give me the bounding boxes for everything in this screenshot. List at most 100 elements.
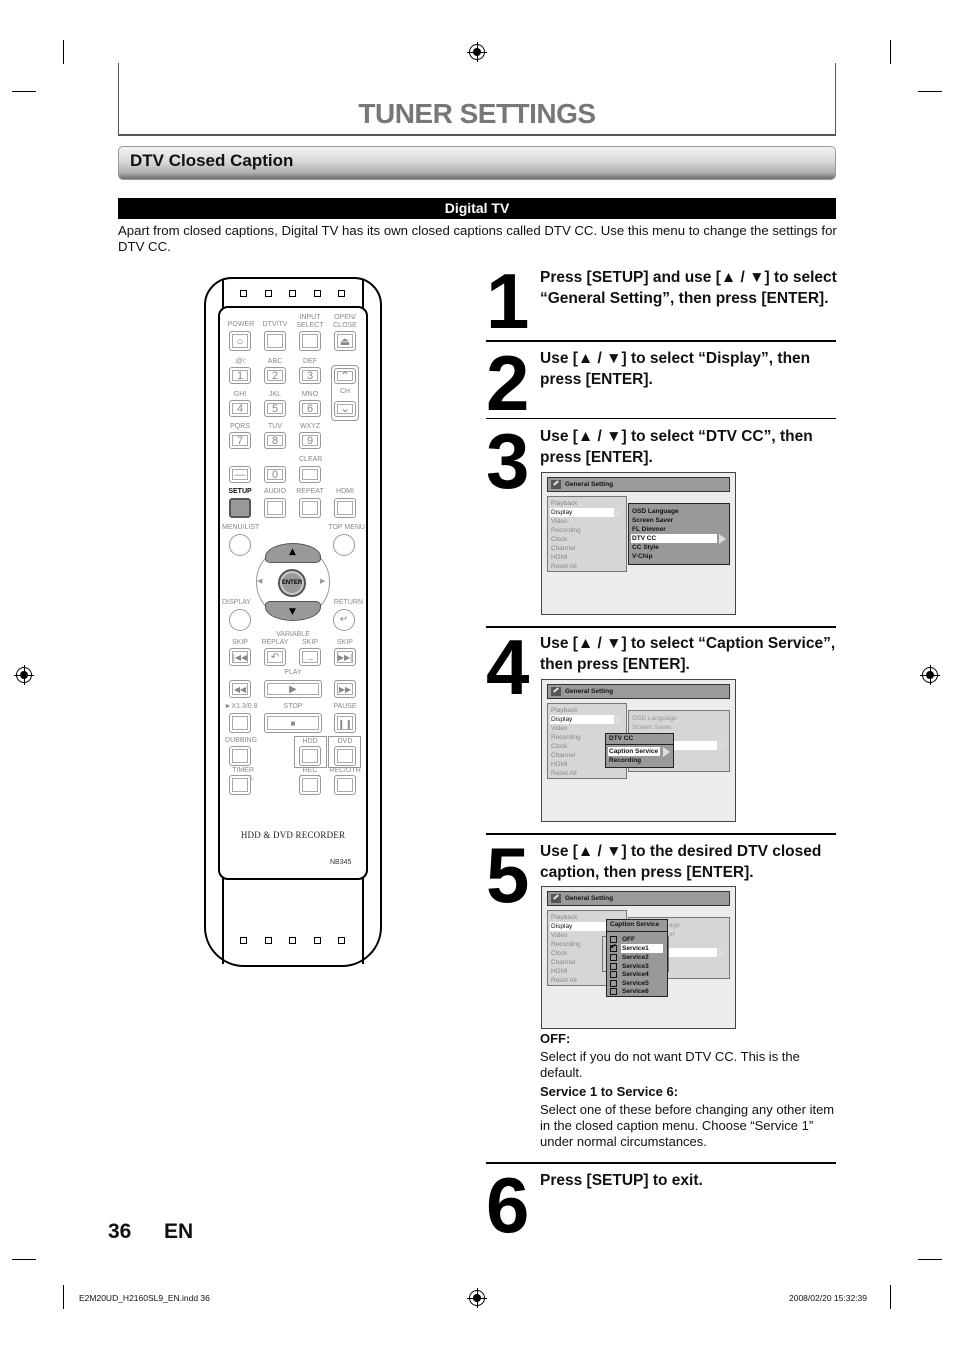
osd-option: OFF	[622, 936, 635, 943]
speed-label: ►X1.3/0.8	[224, 703, 258, 710]
osd-popup-item-selected: Caption Service	[608, 747, 660, 756]
step-text: Use [▲ / ▼] to the desired DTV closed ca…	[540, 843, 822, 881]
osd-arrow-icon	[719, 948, 726, 958]
osd-arrow-icon	[719, 741, 726, 751]
rewind-icon: ◀◀	[229, 680, 251, 698]
key2-letters: ABC	[267, 358, 283, 365]
osd-menu-item: Playback	[551, 914, 578, 921]
key4-letters: GHI	[233, 391, 247, 398]
open-close-button: ⏏	[334, 331, 356, 351]
osd-option: Service6	[622, 988, 649, 995]
checkbox	[610, 988, 617, 995]
page-language: EN	[164, 1220, 194, 1243]
model-label: NB345	[330, 859, 352, 866]
digit-button: 4	[229, 400, 251, 417]
display-button	[229, 609, 251, 631]
osd-option-selected: Service1	[621, 944, 663, 953]
step-text: Press [SETUP] and use [▲ / ▼] to select …	[540, 269, 837, 307]
hdd-label: HDD	[302, 738, 318, 745]
section-title: DTV Closed Caption	[130, 151, 294, 170]
file-slug: E2M20UD_H2160SL9_EN.indd 36	[79, 1293, 210, 1303]
digit-button: 7	[229, 432, 251, 449]
dubbing-label: DUBBING	[225, 737, 257, 744]
osd-menu-item: Reset All	[551, 977, 577, 984]
osd-submenu-item: FL Dimmer	[632, 526, 666, 533]
nav-up-button: ▲	[265, 543, 321, 563]
repeat-label: REPEAT	[296, 488, 324, 495]
osd-menu-item: Clock	[551, 743, 568, 750]
key7-letters: PQRS	[230, 423, 250, 430]
step-number: 6	[486, 1161, 529, 1249]
display-label: DISPLAY	[222, 599, 252, 606]
rec-otr-label: REC/OTR	[329, 767, 361, 774]
digit-button: 8	[264, 432, 286, 449]
open-close-label: OPEN/ CLOSE	[333, 314, 357, 329]
up-arrow-icon: ▲	[289, 547, 296, 557]
crop-mark	[918, 1259, 942, 1260]
remote-led	[240, 290, 247, 297]
osd-partial-text: er	[669, 931, 675, 938]
step-text: Use [▲ / ▼] to select “DTV CC”, then pre…	[540, 428, 813, 466]
step-text: Use [▲ / ▼] to select “Caption Service”,…	[540, 635, 836, 673]
osd-submenu-item: CC Style	[632, 544, 659, 551]
play-label: PLAY	[284, 669, 302, 676]
remote-led	[289, 290, 296, 297]
osd-option: Service2	[622, 954, 649, 961]
option-heading: Service 1 to Service 6:	[540, 1084, 679, 1099]
step-divider	[486, 626, 836, 628]
dvd-button	[334, 746, 356, 766]
replay-icon: ↶	[264, 648, 286, 666]
step-number: 3	[486, 417, 529, 505]
return-label: RETURN	[333, 599, 363, 606]
key3-letters: DEF	[303, 358, 317, 365]
down-arrow-icon: ▼	[289, 607, 296, 617]
left-arrow-icon: ◀	[257, 577, 263, 585]
osd-menu-item: Reset All	[551, 770, 577, 777]
skip-fwd-icon: ▶▶|	[334, 648, 356, 666]
step-divider	[486, 833, 836, 835]
print-timestamp: 2008/02/20 15:32:39	[789, 1293, 867, 1303]
top-menu-label: TOP MENU	[328, 524, 365, 531]
channel-up-icon: ⌃	[334, 368, 356, 384]
input-select-button	[299, 331, 321, 351]
osd-menu-item: Recording	[551, 941, 581, 948]
pause-label: PAUSE	[333, 703, 357, 710]
osd-menu-item: Channel	[551, 545, 576, 552]
osd-screen-caption-service: General Setting Playback Display Video R…	[541, 679, 736, 822]
osd-title-text: General Setting	[565, 481, 614, 488]
dtvtv-label: DTV/TV	[262, 321, 288, 328]
crop-mark	[63, 1285, 64, 1309]
osd-title: General Setting	[547, 684, 730, 699]
dash-button: —	[229, 466, 251, 483]
digit-button: 0	[264, 466, 286, 483]
osd-option: Service4	[622, 971, 649, 978]
remote-led	[338, 937, 345, 944]
osd-submenu-item: Screen Saver	[632, 724, 672, 731]
osd-submenu-item: OSD Language	[632, 508, 679, 515]
digit-button: 2	[264, 367, 286, 384]
osd-menu-item: Playback	[551, 500, 578, 507]
step-text: Use [▲ / ▼] to select “Display”, then pr…	[540, 350, 811, 388]
right-arrow-icon: ▶	[320, 577, 326, 585]
setup-label: SETUP	[228, 488, 252, 495]
setup-button	[229, 498, 251, 518]
remote-led	[265, 937, 272, 944]
crop-mark	[12, 91, 36, 92]
wrench-icon	[551, 687, 561, 696]
checkbox	[610, 971, 617, 978]
remote-led	[314, 290, 321, 297]
osd-menu-item: HDMI	[551, 554, 568, 561]
stop-label: STOP	[283, 703, 303, 710]
option-description: Select one of these before changing any …	[540, 1102, 835, 1149]
osd-menu-item: HDMI	[551, 761, 568, 768]
osd-popup-title: Caption Service	[607, 920, 667, 932]
osd-submenu-item: OSD Language	[632, 715, 677, 722]
registration-mark-icon	[920, 665, 940, 685]
dtvtv-button	[264, 331, 286, 351]
variable-label: VARIABLE	[276, 631, 310, 638]
checkbox	[610, 954, 617, 961]
osd-menu-item-selected: Display	[550, 508, 614, 517]
channel-label: CH	[339, 388, 351, 395]
osd-menu-item: Recording	[551, 734, 581, 741]
osd-caption-service-popup: Caption Service OFF Service1 Service2 Se…	[606, 919, 668, 997]
